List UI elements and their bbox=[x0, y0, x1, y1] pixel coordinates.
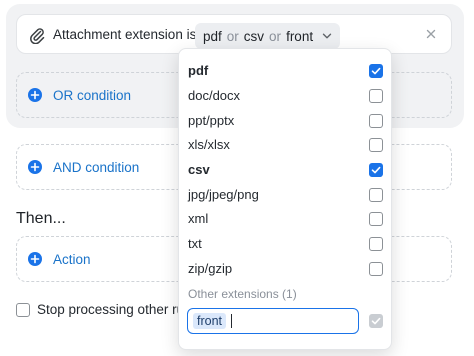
stop-processing-row[interactable]: Stop processing other rules bbox=[16, 302, 201, 317]
option-label: csv bbox=[188, 162, 210, 177]
option-txt[interactable]: txt bbox=[179, 232, 391, 256]
custom-extension-input[interactable]: front bbox=[187, 308, 359, 334]
checkmark-icon bbox=[371, 67, 381, 75]
option-label: zip/gzip bbox=[188, 261, 233, 276]
option-label: pdf bbox=[188, 63, 209, 78]
option-checkbox[interactable] bbox=[369, 163, 383, 177]
option-label: txt bbox=[188, 236, 202, 251]
option-label: jpg/jpeg/png bbox=[188, 187, 259, 202]
option-checkbox[interactable] bbox=[369, 188, 383, 202]
option-label: xml bbox=[188, 211, 209, 226]
chevron-down-icon bbox=[322, 33, 332, 39]
text-caret bbox=[231, 314, 232, 328]
stop-processing-checkbox[interactable] bbox=[16, 302, 30, 317]
custom-extension-checkbox bbox=[369, 314, 383, 328]
option-pdf[interactable]: pdf bbox=[179, 59, 391, 83]
stop-processing-label: Stop processing other rules bbox=[37, 302, 202, 317]
option-jpg-jpeg-png[interactable]: jpg/jpeg/png bbox=[179, 183, 391, 207]
option-checkbox[interactable] bbox=[369, 64, 383, 78]
plus-circle-icon bbox=[28, 160, 42, 174]
option-label: doc/docx bbox=[188, 88, 241, 103]
option-checkbox[interactable] bbox=[369, 212, 383, 226]
selected-value-front: front bbox=[286, 28, 314, 44]
option-checkbox[interactable] bbox=[369, 237, 383, 251]
checkmark-icon bbox=[371, 317, 381, 325]
option-checkbox[interactable] bbox=[369, 89, 383, 103]
plus-circle-icon bbox=[28, 252, 42, 266]
action-label: Action bbox=[53, 252, 91, 267]
selected-value-csv: csv bbox=[243, 28, 265, 44]
option-checkbox[interactable] bbox=[369, 262, 383, 276]
custom-extension-tag: front bbox=[193, 313, 227, 329]
condition-label: Attachment extension is bbox=[53, 27, 197, 42]
option-ppt-pptx[interactable]: ppt/pptx bbox=[179, 109, 391, 133]
plus-circle-icon bbox=[28, 88, 42, 102]
option-xls-xlsx[interactable]: xls/xlsx bbox=[179, 133, 391, 157]
checkmark-icon bbox=[371, 166, 381, 174]
other-extensions-heading: Other extensions (1) bbox=[188, 287, 297, 301]
extension-select[interactable]: pdf or csv or front bbox=[195, 23, 341, 49]
option-checkbox[interactable] bbox=[369, 114, 383, 128]
option-label: xls/xlsx bbox=[188, 137, 230, 152]
close-icon[interactable] bbox=[425, 27, 437, 41]
selected-value-pdf: pdf bbox=[203, 28, 222, 44]
option-csv[interactable]: csv bbox=[179, 158, 391, 182]
paperclip-icon bbox=[30, 28, 45, 44]
option-xml[interactable]: xml bbox=[179, 207, 391, 231]
or-condition-label: OR condition bbox=[53, 88, 132, 103]
or-joiner: or bbox=[226, 28, 239, 44]
and-condition-label: AND condition bbox=[53, 160, 140, 175]
option-doc-docx[interactable]: doc/docx bbox=[179, 84, 391, 108]
extension-dropdown-menu: pdf doc/docx ppt/pptx xls/xlsx csv jpg/j… bbox=[178, 48, 392, 350]
option-checkbox[interactable] bbox=[369, 138, 383, 152]
option-zip-gzip[interactable]: zip/gzip bbox=[179, 257, 391, 281]
or-joiner: or bbox=[269, 28, 282, 44]
then-heading: Then... bbox=[16, 210, 66, 227]
option-label: ppt/pptx bbox=[188, 113, 235, 128]
